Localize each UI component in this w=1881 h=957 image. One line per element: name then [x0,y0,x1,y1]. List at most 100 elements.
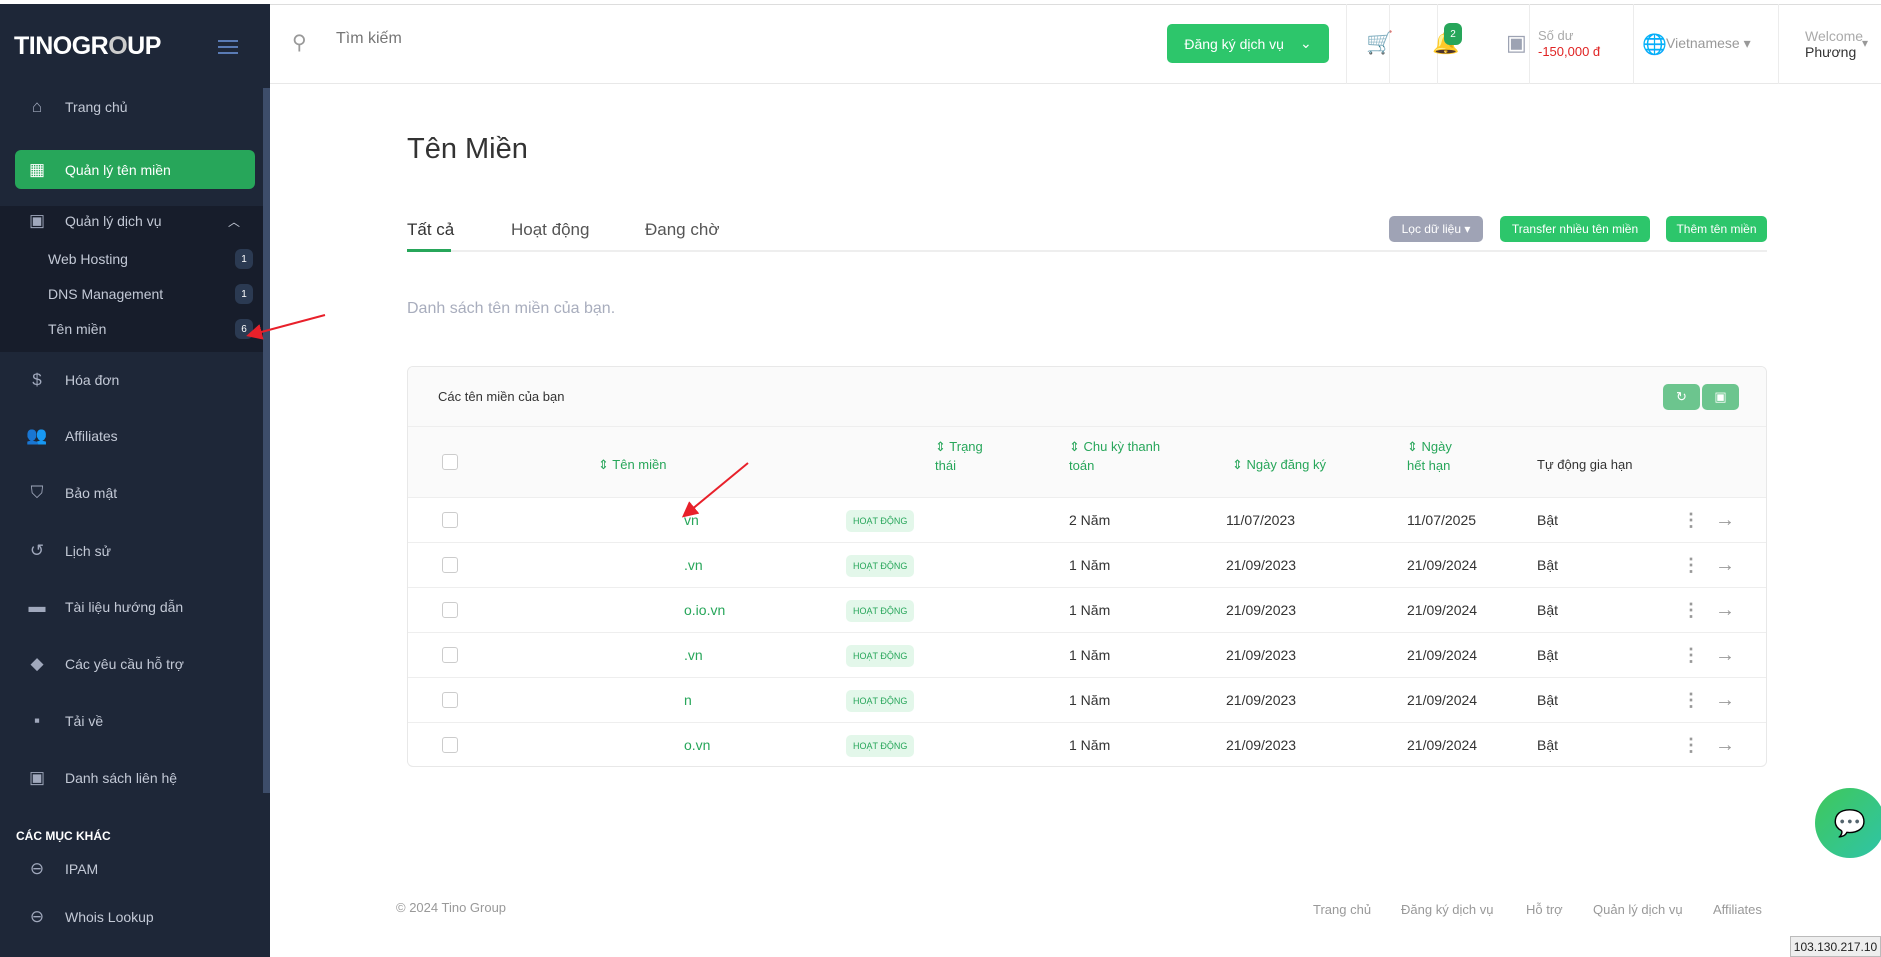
col-exp-date[interactable]: ⇕ Ngày hết hạn [1407,437,1452,475]
user-menu[interactable]: Phương [1805,44,1856,60]
expiry-date: 21/09/2024 [1407,737,1478,753]
chat-icon: 💬 [1833,807,1867,838]
status-badge: HOẠT ĐỘNG [846,510,915,532]
registration-date: 21/09/2023 [1226,737,1297,753]
sidebar-item-contacts[interactable]: ▣ Danh sách liên hệ [0,763,263,793]
expiry-date: 11/07/2025 [1407,512,1477,528]
table-header: ⇕ Tên miền ⇕ Trạng thái ⇕ Chu kỳ thanh toá… [408,427,1766,498]
users-plus-icon: 👥 [26,426,48,445]
arrow-right-icon[interactable]: → [1715,633,1735,677]
tab-pending[interactable]: Đang chờ [645,220,719,240]
sidebar-item-domains[interactable]: ▦ Quản lý tên miền [15,150,255,189]
register-service-button[interactable]: Đăng ký dịch vụ ⌄ [1167,24,1329,63]
arrow-right-icon[interactable]: → [1715,498,1735,542]
transfer-button[interactable]: Transfer nhiều tên miền [1500,216,1650,242]
domain-name[interactable]: o.vn [684,723,710,766]
tab-indicator [407,249,451,252]
select-all-checkbox[interactable] [442,454,458,470]
more-icon[interactable]: ⋮ [1682,678,1700,722]
row-checkbox[interactable] [442,512,458,528]
col-name[interactable]: ⇕ Tên miền [598,455,666,474]
tab-divider [407,250,1767,252]
domain-name[interactable]: vn [684,498,699,542]
tab-active[interactable]: Hoạt động [511,220,589,240]
registration-date: 11/07/2023 [1226,512,1296,528]
table-row: vn HOẠT ĐỘNG 2 Năm 11/07/2023 11/07/2025… [408,498,1766,543]
add-domain-button[interactable]: Thêm tên miền [1666,216,1767,242]
sidebar-item-downloads[interactable]: ▪ Tải về [0,706,263,736]
home-icon: ⌂ [31,97,43,116]
hamburger-icon[interactable] [218,40,238,54]
row-checkbox[interactable] [442,557,458,573]
logo[interactable]: TINOGROUP [14,32,161,61]
col-reg-date[interactable]: ⇕ Ngày đăng ký [1232,455,1326,474]
chat-button[interactable]: 💬 [1815,788,1881,858]
refresh-button[interactable]: ↻ [1663,384,1700,410]
caret-down-icon[interactable]: ▾ [1862,36,1868,50]
sidebar-item-security[interactable]: ⛉ Bảo mật [0,478,263,508]
domain-name[interactable]: n [684,678,692,722]
status-badge: HOẠT ĐỘNG [846,600,915,622]
sidebar-item-home[interactable]: ⌂ Trang chủ [0,92,263,122]
card-header: Các tên miền của bạn ↻ ▣ [408,367,1766,427]
footer-link-affiliates[interactable]: Affiliates [1713,902,1762,917]
sidebar-scrollbar[interactable] [263,88,270,793]
footer-link-home[interactable]: Trang chủ [1313,902,1371,917]
chevron-up-icon: ︿ [228,214,241,229]
export-button[interactable]: ▣ [1702,384,1739,410]
sidebar-sub-dns[interactable]: DNS Management 1 [48,282,253,306]
globe-icon: 🌐 [1642,34,1667,56]
sidebar-item-invoices[interactable]: $ Hóa đơn [0,365,263,395]
search-input[interactable] [336,30,636,48]
billing-cycle: 1 Năm [1069,692,1111,708]
sidebar-item-services[interactable]: ▣ Quản lý dịch vụ ︿ [0,206,263,236]
count-badge: 1 [235,249,253,269]
row-checkbox[interactable] [442,602,458,618]
footer-link-services[interactable]: Quản lý dịch vụ [1593,902,1683,917]
shield-icon: ⛉ [30,483,44,502]
more-icon[interactable]: ⋮ [1682,498,1700,542]
sidebar-sub-domains[interactable]: Tên miền 6 [48,317,253,341]
footer-link-register[interactable]: Đăng ký dịch vụ [1401,902,1494,917]
domain-name[interactable]: o.io.vn [684,588,725,632]
cart-icon[interactable]: 🛒 [1366,30,1393,56]
more-icon[interactable]: ⋮ [1682,723,1700,766]
link-icon: ⊖ [29,859,45,878]
sidebar-sub-web-hosting[interactable]: Web Hosting 1 [48,247,253,271]
arrow-right-icon[interactable]: → [1715,588,1735,632]
language-select[interactable]: Vietnamese ▾ [1666,35,1751,52]
arrow-right-icon[interactable]: → [1715,723,1735,766]
more-icon[interactable]: ⋮ [1682,633,1700,677]
sidebar-item-history[interactable]: ↺ Lịch sử [0,536,263,566]
registration-date: 21/09/2023 [1226,647,1297,663]
col-status[interactable]: ⇕ Trạng thái [935,437,983,475]
status-badge: HOẠT ĐỘNG [846,645,915,667]
arrow-right-icon[interactable]: → [1715,543,1735,587]
row-checkbox[interactable] [442,737,458,753]
contact-icon: ▣ [28,211,46,230]
more-icon[interactable]: ⋮ [1682,543,1700,587]
tab-all[interactable]: Tất cả [407,220,454,240]
sidebar: TINOGROUP ⌂ Trang chủ ▦ Quản lý tên miền ▣… [0,4,270,957]
more-icon[interactable]: ⋮ [1682,588,1700,632]
filter-button[interactable]: Lọc dữ liệu ▾ [1389,216,1483,242]
sidebar-item-tickets[interactable]: ◆ Các yêu cầu hỗ trợ [0,649,263,679]
col-cycle[interactable]: ⇕ Chu kỳ thanh toán [1069,437,1160,475]
balance-value[interactable]: -150,000 đ [1538,44,1600,59]
sidebar-item-docs[interactable]: ▬ Tài liệu hướng dẫn [0,592,263,622]
billing-cycle: 1 Năm [1069,737,1111,753]
sidebar-item-affiliates[interactable]: 👥 Affiliates [0,421,263,451]
sidebar-item-ipam[interactable]: ⊖ IPAM [0,854,263,884]
registration-date: 21/09/2023 [1226,602,1297,618]
row-checkbox[interactable] [442,692,458,708]
row-checkbox[interactable] [442,647,458,663]
auto-renew: Bật [1537,737,1559,753]
table-row: .vn HOẠT ĐỘNG 1 Năm 21/09/2023 21/09/202… [408,633,1766,678]
count-badge: 1 [235,284,253,304]
sidebar-item-whois[interactable]: ⊖ Whois Lookup [0,902,263,932]
domain-name[interactable]: .vn [684,633,703,677]
building-icon: ▦ [28,159,46,179]
footer-link-support[interactable]: Hỗ trợ [1526,902,1563,917]
domain-name[interactable]: .vn [684,543,703,587]
arrow-right-icon[interactable]: → [1715,678,1735,722]
